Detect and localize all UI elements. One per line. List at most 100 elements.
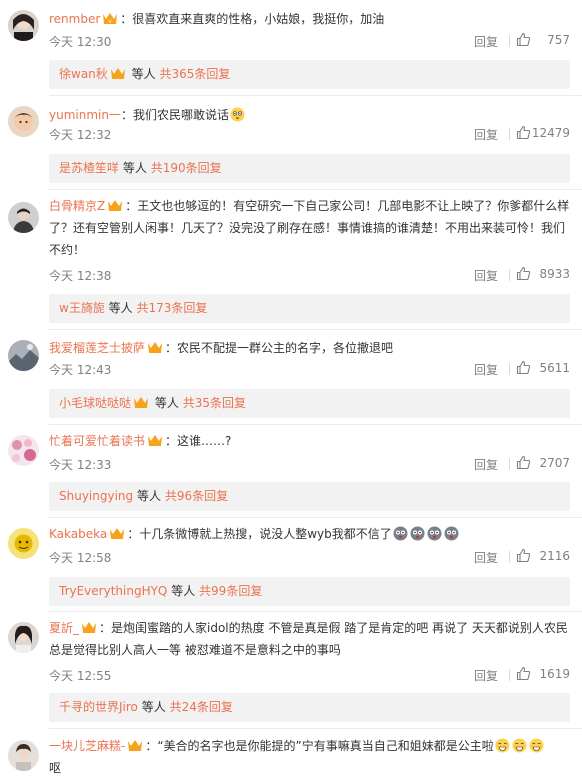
- divider: [49, 329, 582, 330]
- reply-button[interactable]: 回复: [474, 126, 498, 143]
- grin-emoji-icon: [512, 738, 527, 753]
- divider: [509, 35, 510, 47]
- timestamp: 今天 12:38: [49, 269, 112, 283]
- avatar[interactable]: [8, 740, 39, 771]
- comment-meta: 今天 12:55 回复 1619: [49, 666, 570, 684]
- timestamp: 今天 12:55: [49, 669, 112, 683]
- timestamp: 今天 12:30: [49, 35, 112, 49]
- reply-button[interactable]: 回复: [474, 361, 498, 378]
- reply-user-link[interactable]: 千寻的世界Jiro: [59, 700, 138, 714]
- comment-meta: 今天 12:30 回复 757: [49, 32, 570, 50]
- divider: [49, 95, 582, 96]
- username-link[interactable]: yuminmin一: [49, 108, 121, 122]
- like-count: 1619: [539, 667, 570, 681]
- reply-user-link[interactable]: TryEverythingHYQ: [59, 584, 167, 598]
- comment-text: ：是炮闺蜜踏的人家idol的热度 不管是真是假 踏了是肯定的吧 再说了 天天都说…: [49, 621, 568, 657]
- comment-text: ：很喜欢直来直爽的性格，小姑娘，我挺你，加油: [120, 12, 385, 26]
- like-button[interactable]: 8933: [516, 266, 570, 281]
- divider: [509, 128, 510, 140]
- reply-total-link[interactable]: 共99条回复: [199, 584, 262, 598]
- like-button[interactable]: 2707: [516, 455, 570, 470]
- vip-badge-icon: [147, 434, 163, 447]
- vip-badge-icon: [81, 621, 97, 634]
- avatar[interactable]: [8, 10, 39, 41]
- timestamp: 今天 12:32: [49, 128, 112, 142]
- thumbs-up-icon: [516, 360, 531, 375]
- like-button[interactable]: 757: [516, 32, 570, 47]
- comment-text: ：王文也也够逗的！有空研究一下自己家公司！几部电影不让上映了？你爹都什么样了？还…: [49, 199, 570, 257]
- reply-user-link[interactable]: w王旖旎: [59, 301, 105, 315]
- reply-button[interactable]: 回复: [474, 456, 498, 473]
- reply-user-link[interactable]: 小毛球哒哒哒: [59, 396, 131, 410]
- sub-replies-bar[interactable]: 徐wan秋 等人 共365条回复: [49, 60, 570, 89]
- like-count: 2707: [539, 456, 570, 470]
- like-button[interactable]: 12479: [516, 125, 570, 140]
- comment-text-tail: 呕: [49, 761, 62, 775]
- avatar[interactable]: [8, 435, 39, 466]
- sub-replies-bar[interactable]: 小毛球哒哒哒 等人 共35条回复: [49, 389, 570, 418]
- avatar[interactable]: [8, 528, 39, 559]
- reply-button[interactable]: 回复: [474, 667, 498, 684]
- username-link[interactable]: 夏訢_: [49, 621, 79, 635]
- like-button[interactable]: 2116: [516, 548, 570, 563]
- emoji-icon: [230, 107, 245, 122]
- reply-total-link[interactable]: 共190条回复: [151, 161, 222, 175]
- sub-replies-bar[interactable]: 千寻的世界Jiro 等人 共24条回复: [49, 693, 570, 722]
- comment-meta: 今天 12:33 回复 2707: [49, 455, 570, 473]
- reply-user-link[interactable]: 徐wan秋: [59, 67, 108, 81]
- divider: [509, 363, 510, 375]
- avatar[interactable]: [8, 202, 39, 233]
- avatar[interactable]: [8, 622, 39, 653]
- others-label: 等人: [171, 584, 196, 598]
- reply-total-link[interactable]: 共35条回复: [183, 396, 246, 410]
- comment-body: 一块儿芝麻糕- ：“美合的名字也是你能提的”宁有事嘛真当自己和姐妹都是公主啦呕: [49, 735, 570, 779]
- like-count: 12479: [531, 126, 570, 140]
- vip-badge-icon: [147, 341, 163, 354]
- comment-meta: 今天 12:32 回复 12479: [49, 125, 570, 143]
- avatar[interactable]: [8, 340, 39, 371]
- comment-body: 我爱榴莲芝士披萨 ：农民不配提一群公主的名字，各位撤退吧: [49, 337, 570, 359]
- others-label: 等人: [122, 161, 147, 175]
- comment-body: renmber v ：很喜欢直来直爽的性格，小姑娘，我挺你，加油: [49, 8, 570, 30]
- sub-replies-bar[interactable]: Shuyingying 等人 共96条回复: [49, 482, 570, 511]
- reply-user-link[interactable]: 是苏楂笙咩: [59, 161, 119, 175]
- like-button[interactable]: 5611: [516, 360, 570, 375]
- divider: [49, 728, 582, 729]
- sub-replies-bar[interactable]: 是苏楂笙咩 等人 共190条回复: [49, 154, 570, 183]
- divider: [49, 611, 582, 612]
- reply-total-link[interactable]: 共24条回复: [170, 700, 233, 714]
- others-label: 等人: [136, 489, 161, 503]
- comment-text: ：这谁……?: [165, 434, 232, 448]
- like-button[interactable]: 1619: [516, 666, 570, 681]
- comment-body: Kakabeka ：十几条微博就上热搜，说没人整wyb我都不信了: [49, 523, 570, 545]
- thumbs-up-icon: [516, 666, 531, 681]
- username-link[interactable]: 一块儿芝麻糕-: [49, 739, 125, 753]
- comment-text: ：十几条微博就上热搜，说没人整wyb我都不信了: [127, 527, 392, 541]
- like-count: 8933: [539, 267, 570, 281]
- username-link[interactable]: 我爱榴莲芝士披萨: [49, 341, 145, 355]
- others-label: 等人: [131, 67, 156, 81]
- svg-text:v: v: [109, 18, 113, 25]
- vip-badge-icon: [107, 199, 123, 212]
- reply-button[interactable]: 回复: [474, 33, 498, 50]
- shocked-emoji-icon: [393, 526, 408, 541]
- username-link[interactable]: renmber: [49, 12, 100, 26]
- sub-replies-bar[interactable]: TryEverythingHYQ 等人 共99条回复: [49, 577, 570, 606]
- comment-meta: 今天 12:58 回复 2116: [49, 548, 570, 566]
- others-label: 等人: [141, 700, 166, 714]
- reply-button[interactable]: 回复: [474, 267, 498, 284]
- grin-emoji-icon: [495, 738, 510, 753]
- comment-meta: 今天 12:38 回复 8933: [49, 266, 570, 284]
- username-link[interactable]: Kakabeka: [49, 527, 107, 541]
- reply-total-link[interactable]: 共365条回复: [159, 67, 230, 81]
- reply-total-link[interactable]: 共96条回复: [165, 489, 228, 503]
- username-link[interactable]: 忙着可爱忙着读书: [49, 434, 145, 448]
- reply-total-link[interactable]: 共173条回复: [137, 301, 208, 315]
- divider: [509, 669, 510, 681]
- reply-button[interactable]: 回复: [474, 549, 498, 566]
- username-link[interactable]: 白骨精京Z: [49, 199, 105, 213]
- reply-user-link[interactable]: Shuyingying: [59, 489, 133, 503]
- vip-badge-icon: [109, 527, 125, 540]
- sub-replies-bar[interactable]: w王旖旎 等人 共173条回复: [49, 294, 570, 323]
- avatar[interactable]: [8, 106, 39, 137]
